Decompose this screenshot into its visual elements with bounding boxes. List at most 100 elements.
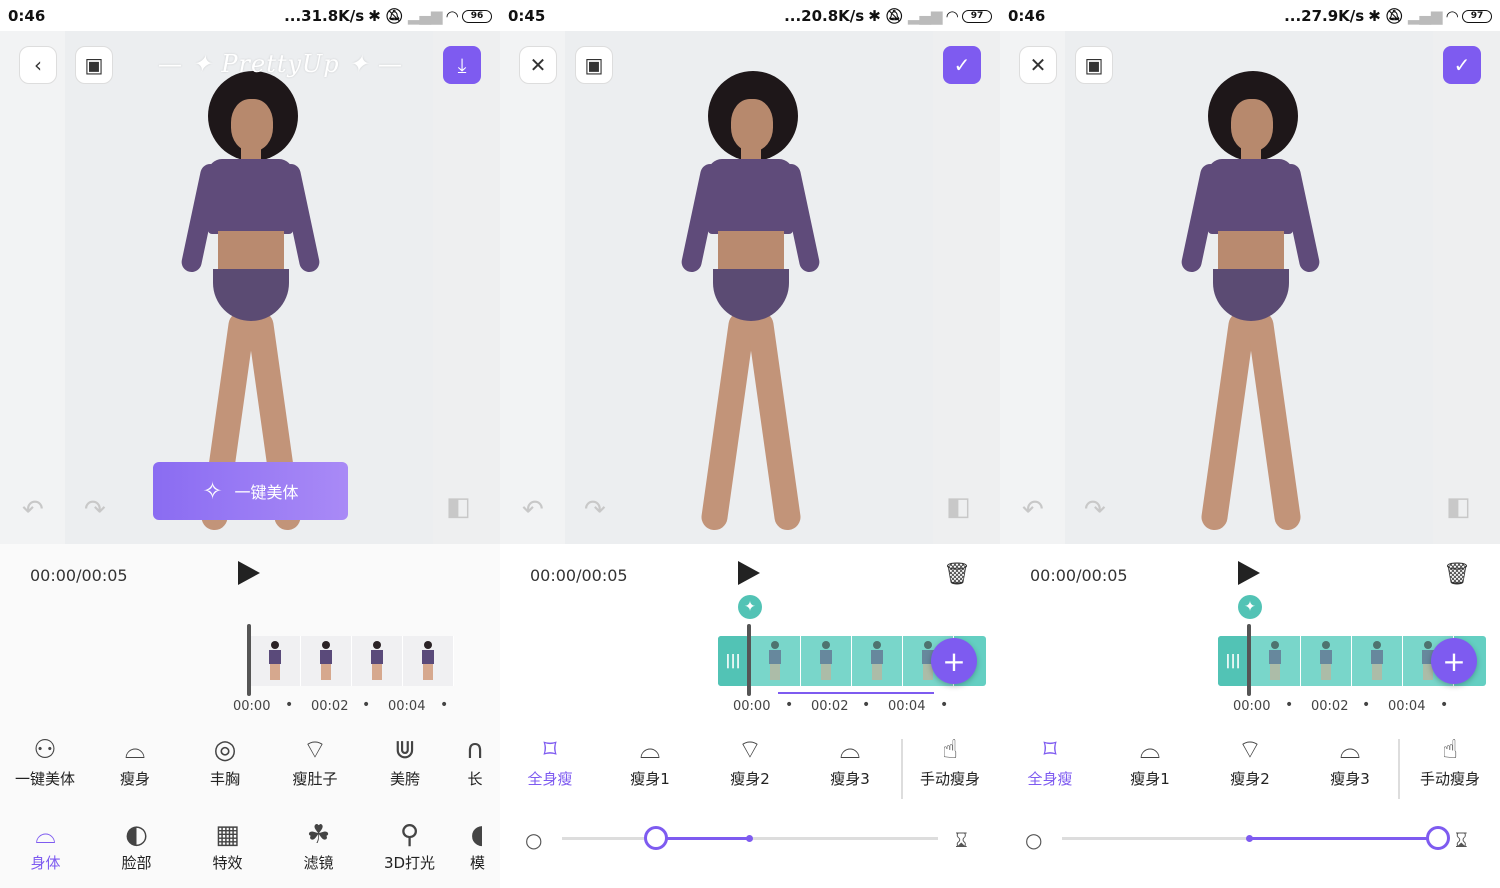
timeline-strip[interactable] (1250, 636, 1454, 686)
compare-button[interactable]: ◧ (946, 492, 971, 522)
tick-label: 00:00 (233, 699, 271, 714)
slim1-icon: ⌓ (1139, 735, 1161, 765)
wifi-icon: ◠ (1446, 7, 1458, 25)
tab-filter[interactable]: ☘ 滤镜 (273, 812, 364, 888)
tool-slim-1[interactable]: ⌓ 瘦身1 (600, 732, 700, 789)
keyframe-pin-icon[interactable]: ✦ (738, 595, 762, 619)
hourglass-max-icon: ⌛︎ (1455, 828, 1468, 852)
compare-button[interactable]: ◧ (446, 492, 471, 522)
intensity-slider[interactable]: ○ ⌛︎ (1000, 824, 1500, 854)
slider-thumb[interactable] (1426, 826, 1450, 850)
redo-button[interactable]: ↷ (584, 495, 606, 525)
tab-3d-light[interactable]: ⚲ 3D打光 (364, 812, 455, 888)
tick-label: 00:00 (1233, 699, 1271, 714)
tick-label: 00:00 (733, 699, 771, 714)
undo-button[interactable]: ↶ (522, 495, 544, 525)
tool-belly[interactable]: ⌔ 瘦肚子 (270, 732, 360, 789)
redo-button[interactable]: ↷ (84, 495, 106, 525)
tool-bust[interactable]: ◎ 丰胸 (180, 732, 270, 789)
editor-panel-1: 0:46 ...31.8K/s ✱ 🔕︎ ▂▄▆ ◠ 96 ‹ ▣ — ✦ Pr… (0, 0, 500, 888)
tab-face[interactable]: ◐ 脸部 (91, 812, 182, 888)
tool-hip[interactable]: ⋓ 美胯 (360, 732, 450, 789)
playhead[interactable] (1247, 624, 1251, 696)
play-button[interactable] (238, 561, 260, 585)
undo-button[interactable]: ↶ (22, 495, 44, 525)
timeline-strip[interactable] (750, 636, 954, 686)
add-segment-button[interactable]: + (931, 638, 977, 684)
tool-slim-3[interactable]: ⌓ 瘦身3 (1300, 732, 1400, 789)
play-button[interactable] (1238, 561, 1260, 585)
manual-slim-icon: ☝ (1442, 735, 1458, 765)
confirm-button[interactable]: ✓ (1443, 46, 1481, 84)
video-frame (1301, 636, 1352, 686)
download-button[interactable]: ⤓ (443, 46, 481, 84)
signal-icon: ▂▄▆ (907, 7, 943, 25)
battery-indicator: 97 (1462, 9, 1492, 23)
close-button[interactable]: ✕ (1019, 46, 1057, 84)
video-frame (1352, 636, 1403, 686)
tool-manual-slim[interactable]: ☝ 手动瘦身 (1400, 732, 1500, 789)
video-frame (852, 636, 903, 686)
play-button[interactable] (738, 561, 760, 585)
add-segment-button[interactable]: + (1431, 638, 1477, 684)
track-drag-handle[interactable]: ||| (1218, 636, 1248, 686)
redo-button[interactable]: ↷ (1084, 495, 1106, 525)
photo-canvas[interactable] (500, 31, 1000, 544)
timecode: 00:00/00:05 (30, 566, 128, 585)
face-icon: ◐ (125, 820, 148, 850)
archive-button[interactable]: ▣ (575, 46, 613, 84)
compare-button[interactable]: ◧ (1446, 492, 1471, 522)
tool-slim[interactable]: ⌓ 瘦身 (90, 732, 180, 789)
sparkle-body-icon: ✧ (202, 477, 223, 505)
network-speed: ...27.9K/s (1284, 7, 1365, 25)
tool-slim-3[interactable]: ⌓ 瘦身3 (800, 732, 900, 789)
track-drag-handle[interactable]: ||| (718, 636, 748, 686)
tab-model[interactable]: ◖ 模 (455, 812, 500, 888)
one-key-label: 一键美体 (234, 483, 299, 502)
undo-button[interactable]: ↶ (1022, 495, 1044, 525)
tool-slim-2[interactable]: ⌔ 瘦身2 (1200, 732, 1300, 789)
slider-thumb[interactable] (644, 826, 668, 850)
trash-icon[interactable]: 🗑︎ (1443, 562, 1471, 587)
video-frame (301, 636, 352, 686)
tab-effects[interactable]: ▦ 特效 (182, 812, 273, 888)
keyframe-pin-icon[interactable]: ✦ (1238, 595, 1262, 619)
tool-full-slim[interactable]: ⌑ 全身瘦 (1000, 732, 1100, 789)
bluetooth-icon: ✱ (1368, 7, 1381, 25)
video-frame (801, 636, 852, 686)
tick-label: 00:02 (1311, 699, 1349, 714)
archive-icon: ▣ (84, 53, 104, 77)
tab-body[interactable]: ⌓ 身体 (0, 812, 91, 888)
slider-fill (656, 837, 749, 840)
tick-label: 00:04 (388, 699, 426, 714)
tool-one-key[interactable]: ⚇ 一键美体 (0, 732, 90, 789)
bluetooth-icon: ✱ (368, 7, 381, 25)
tool-slim-1[interactable]: ⌓ 瘦身1 (1100, 732, 1200, 789)
confirm-button[interactable]: ✓ (943, 46, 981, 84)
slim2-icon: ⌔ (1237, 735, 1263, 765)
close-button[interactable]: ✕ (519, 46, 557, 84)
playhead[interactable] (247, 624, 251, 696)
full-slim-icon: ⌑ (1043, 735, 1057, 765)
archive-button[interactable]: ▣ (75, 46, 113, 84)
bottom-panel: 00:00/00:05 🗑︎ ||| ✦ + 00:00 • 00:02 • 0… (1000, 544, 1500, 888)
tick-label: 00:04 (888, 699, 926, 714)
hourglass-max-icon: ⌛︎ (955, 828, 968, 852)
photo-canvas[interactable] (1000, 31, 1500, 544)
tool-leg[interactable]: ∩ 长 (450, 732, 500, 789)
playhead[interactable] (747, 624, 751, 696)
archive-button[interactable]: ▣ (1075, 46, 1113, 84)
editor-panel-3: 0:46 ...27.9K/s ✱ 🔕︎ ▂▄▆ ◠ 97 ✕ ▣ ✓ ↶ ↷ … (1000, 0, 1500, 888)
model-icon: ◖ (470, 820, 485, 850)
back-button[interactable]: ‹ (19, 46, 57, 84)
tool-slim-2[interactable]: ⌔ 瘦身2 (700, 732, 800, 789)
one-key-body-button[interactable]: ✧ 一键美体 (153, 462, 348, 520)
tool-manual-slim[interactable]: ☝ 手动瘦身 (900, 732, 1000, 789)
intensity-slider[interactable]: ○ ⌛︎ (500, 824, 1000, 854)
timeline-strip[interactable] (250, 636, 454, 686)
trash-icon[interactable]: 🗑︎ (943, 562, 971, 587)
tool-full-slim[interactable]: ⌑ 全身瘦 (500, 732, 600, 789)
slider-fill (1249, 837, 1438, 840)
mute-icon: 🔕︎ (884, 7, 904, 25)
belly-icon: ⌔ (302, 735, 328, 765)
